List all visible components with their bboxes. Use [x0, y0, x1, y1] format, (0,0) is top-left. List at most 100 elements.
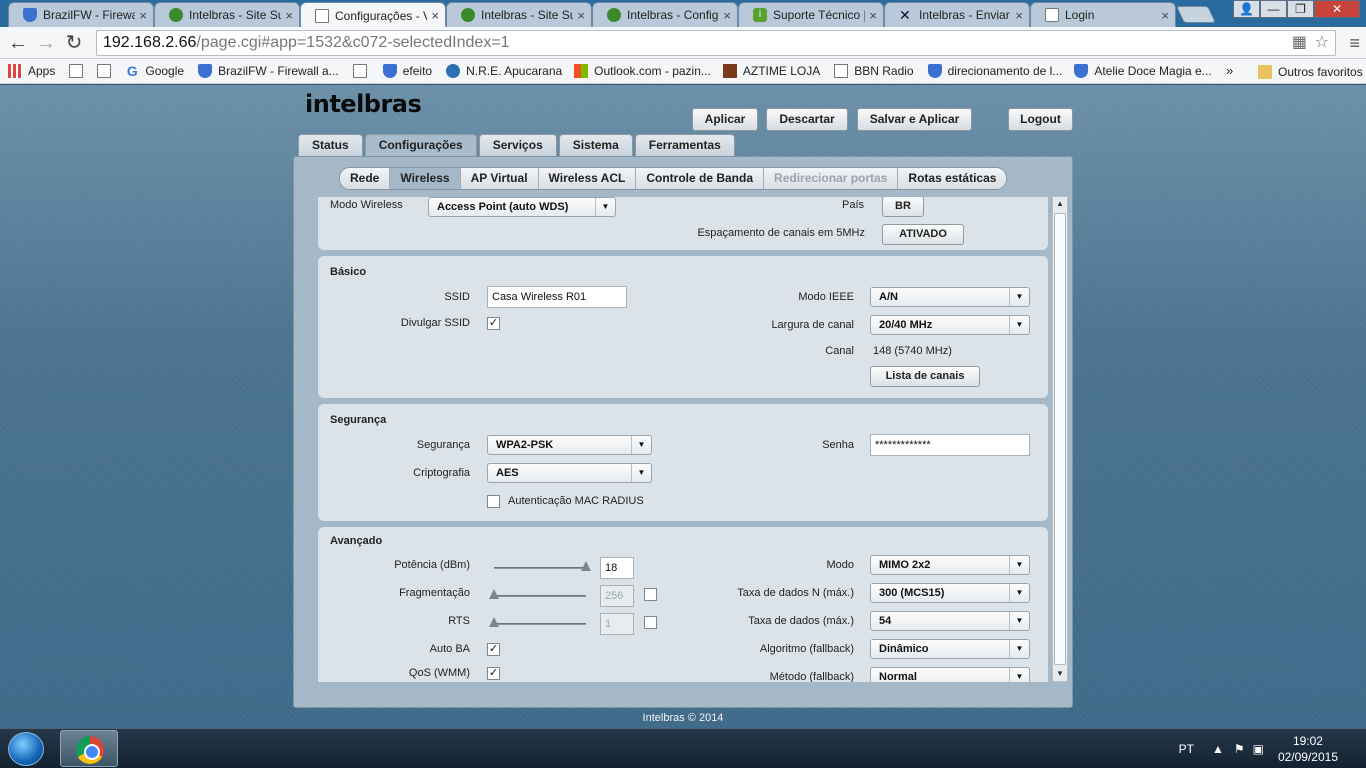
- flag-icon[interactable]: ⚑: [1234, 742, 1245, 756]
- bookmark-other-folder[interactable]: Outros favoritos: [1258, 59, 1363, 84]
- close-tab-icon[interactable]: ×: [431, 8, 439, 23]
- bookmarks-more-icon[interactable]: »: [1226, 63, 1233, 78]
- bookmark-direcionamento[interactable]: direcionamento de l...: [927, 64, 1062, 78]
- bookmark-bbn[interactable]: BBN Radio: [834, 64, 914, 78]
- browser-tab-suporte[interactable]: i Suporte Técnico | ×: [738, 2, 884, 27]
- menu-icon[interactable]: ≡: [1349, 33, 1360, 54]
- subtab-wireless[interactable]: Wireless: [390, 168, 461, 189]
- lista-canais-button[interactable]: Lista de canais: [870, 366, 980, 387]
- close-window-button[interactable]: ✕: [1314, 0, 1360, 18]
- tab-configuracoes[interactable]: Configurações: [364, 134, 477, 157]
- taxa-select[interactable]: 54 ▼: [870, 611, 1030, 631]
- tab-status[interactable]: Status: [298, 134, 363, 156]
- maximize-button[interactable]: ❐: [1287, 0, 1314, 18]
- bookmark-outlook[interactable]: Outlook.com - pazin...: [574, 64, 711, 78]
- minimize-button[interactable]: —: [1260, 0, 1287, 18]
- close-tab-icon[interactable]: ×: [577, 8, 585, 23]
- potencia-input[interactable]: 18: [600, 557, 634, 579]
- address-bar[interactable]: 192.168.2.66/page.cgi#app=1532&c072-sele…: [96, 30, 1336, 56]
- star-icon[interactable]: ☆: [1315, 31, 1329, 55]
- clock[interactable]: 19:02 02/09/2015: [1278, 733, 1338, 765]
- new-tab-button[interactable]: [1176, 6, 1216, 23]
- bookmark-aztime[interactable]: AZTIME LOJA: [722, 64, 820, 78]
- rts-input[interactable]: 1: [600, 613, 634, 635]
- bookmark-nre[interactable]: N.R.E. Apucarana: [446, 64, 562, 78]
- pais-button[interactable]: BR: [882, 197, 924, 217]
- taxa-n-select[interactable]: 300 (MCS15) ▼: [870, 583, 1030, 603]
- potencia-slider-handle[interactable]: [581, 561, 591, 571]
- bookmark-page-1[interactable]: [69, 64, 89, 78]
- tab-ferramentas[interactable]: Ferramentas: [634, 134, 735, 156]
- tab-servicos[interactable]: Serviços: [478, 134, 557, 156]
- rts-checkbox[interactable]: [644, 616, 657, 629]
- bookmark-efeito[interactable]: efeito: [382, 64, 432, 78]
- chrome-taskbar-button[interactable]: [60, 730, 118, 767]
- seguranca-select[interactable]: WPA2-PSK ▼: [487, 435, 652, 455]
- largura-canal-select[interactable]: 20/40 MHz ▼: [870, 315, 1030, 335]
- modo-ieee-select[interactable]: A/N ▼: [870, 287, 1030, 307]
- browser-tab-login[interactable]: Login ×: [1030, 2, 1176, 27]
- browser-tab-brazilfw[interactable]: BrazilFW - Firewa ×: [8, 2, 154, 27]
- scroll-down-icon[interactable]: ▼: [1053, 667, 1067, 681]
- browser-tab-intelbras-1[interactable]: Intelbras - Site Su ×: [154, 2, 300, 27]
- fragmentacao-checkbox[interactable]: [644, 588, 657, 601]
- scrollbar-thumb[interactable]: [1054, 213, 1066, 665]
- metodo-select[interactable]: Normal ▼: [870, 667, 1030, 682]
- fragmentacao-input[interactable]: 256: [600, 585, 634, 607]
- modo-select[interactable]: MIMO 2x2 ▼: [870, 555, 1030, 575]
- close-tab-icon[interactable]: ×: [869, 8, 877, 23]
- close-tab-icon[interactable]: ×: [1015, 8, 1023, 23]
- translate-icon[interactable]: ▦: [1292, 31, 1307, 55]
- mac-radius-checkbox[interactable]: [487, 495, 500, 508]
- potencia-slider[interactable]: [494, 567, 586, 569]
- modo-wireless-select[interactable]: Access Point (auto WDS) ▼: [428, 197, 616, 217]
- criptografia-select[interactable]: AES ▼: [487, 463, 652, 483]
- senha-input[interactable]: *************: [870, 434, 1030, 456]
- browser-tab-configuracoes[interactable]: Configurações - V ×: [300, 2, 446, 28]
- forward-icon[interactable]: →: [34, 31, 58, 55]
- logout-button[interactable]: Logout: [1008, 108, 1073, 131]
- bookmark-page-2[interactable]: [97, 64, 117, 78]
- settings-scroll-area[interactable]: Modo Wireless Access Point (auto WDS) ▼ P…: [318, 197, 1050, 682]
- auto-ba-checkbox[interactable]: ✓: [487, 643, 500, 656]
- tab-sistema[interactable]: Sistema: [558, 134, 633, 156]
- scroll-up-icon[interactable]: ▲: [1053, 197, 1067, 211]
- user-icon[interactable]: 👤: [1233, 0, 1260, 18]
- browser-tab-intelbras-config[interactable]: Intelbras - Config ×: [592, 2, 738, 27]
- qos-checkbox[interactable]: ✓: [487, 667, 500, 680]
- subtab-controle-banda[interactable]: Controle de Banda: [636, 168, 765, 189]
- browser-tab-intelbras-enviar[interactable]: ✕ Intelbras - Enviar ×: [884, 2, 1030, 27]
- fragmentacao-slider[interactable]: [494, 595, 586, 597]
- close-tab-icon[interactable]: ×: [139, 8, 147, 23]
- network-icon[interactable]: ▣: [1253, 742, 1264, 756]
- close-tab-icon[interactable]: ×: [285, 8, 293, 23]
- reload-icon[interactable]: ↻: [62, 31, 86, 55]
- close-tab-icon[interactable]: ×: [1161, 8, 1169, 23]
- subtab-rede[interactable]: Rede: [340, 168, 391, 189]
- close-tab-icon[interactable]: ×: [723, 8, 731, 23]
- tray-expand-icon[interactable]: ▲: [1212, 742, 1224, 756]
- divulgar-ssid-checkbox[interactable]: ✓: [487, 317, 500, 330]
- subtab-ap-virtual[interactable]: AP Virtual: [460, 168, 539, 189]
- browser-tab-intelbras-2[interactable]: Intelbras - Site Su ×: [446, 2, 592, 27]
- apply-button[interactable]: Aplicar: [692, 108, 758, 131]
- start-button[interactable]: [8, 732, 44, 766]
- espacamento-button[interactable]: ATIVADO: [882, 224, 964, 245]
- back-icon[interactable]: ←: [6, 31, 30, 55]
- subtab-rotas-estaticas[interactable]: Rotas estáticas: [898, 168, 1007, 189]
- subtab-wireless-acl[interactable]: Wireless ACL: [538, 168, 637, 189]
- bookmark-page-3[interactable]: [352, 64, 373, 78]
- rts-slider[interactable]: [494, 623, 586, 625]
- save-apply-button[interactable]: Salvar e Aplicar: [857, 108, 972, 131]
- vertical-scrollbar[interactable]: ▲ ▼: [1052, 196, 1068, 682]
- ssid-input[interactable]: Casa Wireless R01: [487, 286, 627, 308]
- bookmark-brazilfw[interactable]: BrazilFW - Firewall a...: [198, 64, 339, 78]
- bookmark-atelie[interactable]: Atelie Doce Magia e...: [1074, 64, 1212, 78]
- rts-slider-handle[interactable]: [489, 617, 499, 627]
- fragmentacao-slider-handle[interactable]: [489, 589, 499, 599]
- discard-button[interactable]: Descartar: [766, 108, 848, 131]
- algoritmo-select[interactable]: Dinâmico ▼: [870, 639, 1030, 659]
- language-indicator[interactable]: PT: [1179, 742, 1194, 756]
- bookmark-google[interactable]: G Google: [125, 64, 184, 78]
- bookmark-apps[interactable]: Apps: [8, 64, 55, 78]
